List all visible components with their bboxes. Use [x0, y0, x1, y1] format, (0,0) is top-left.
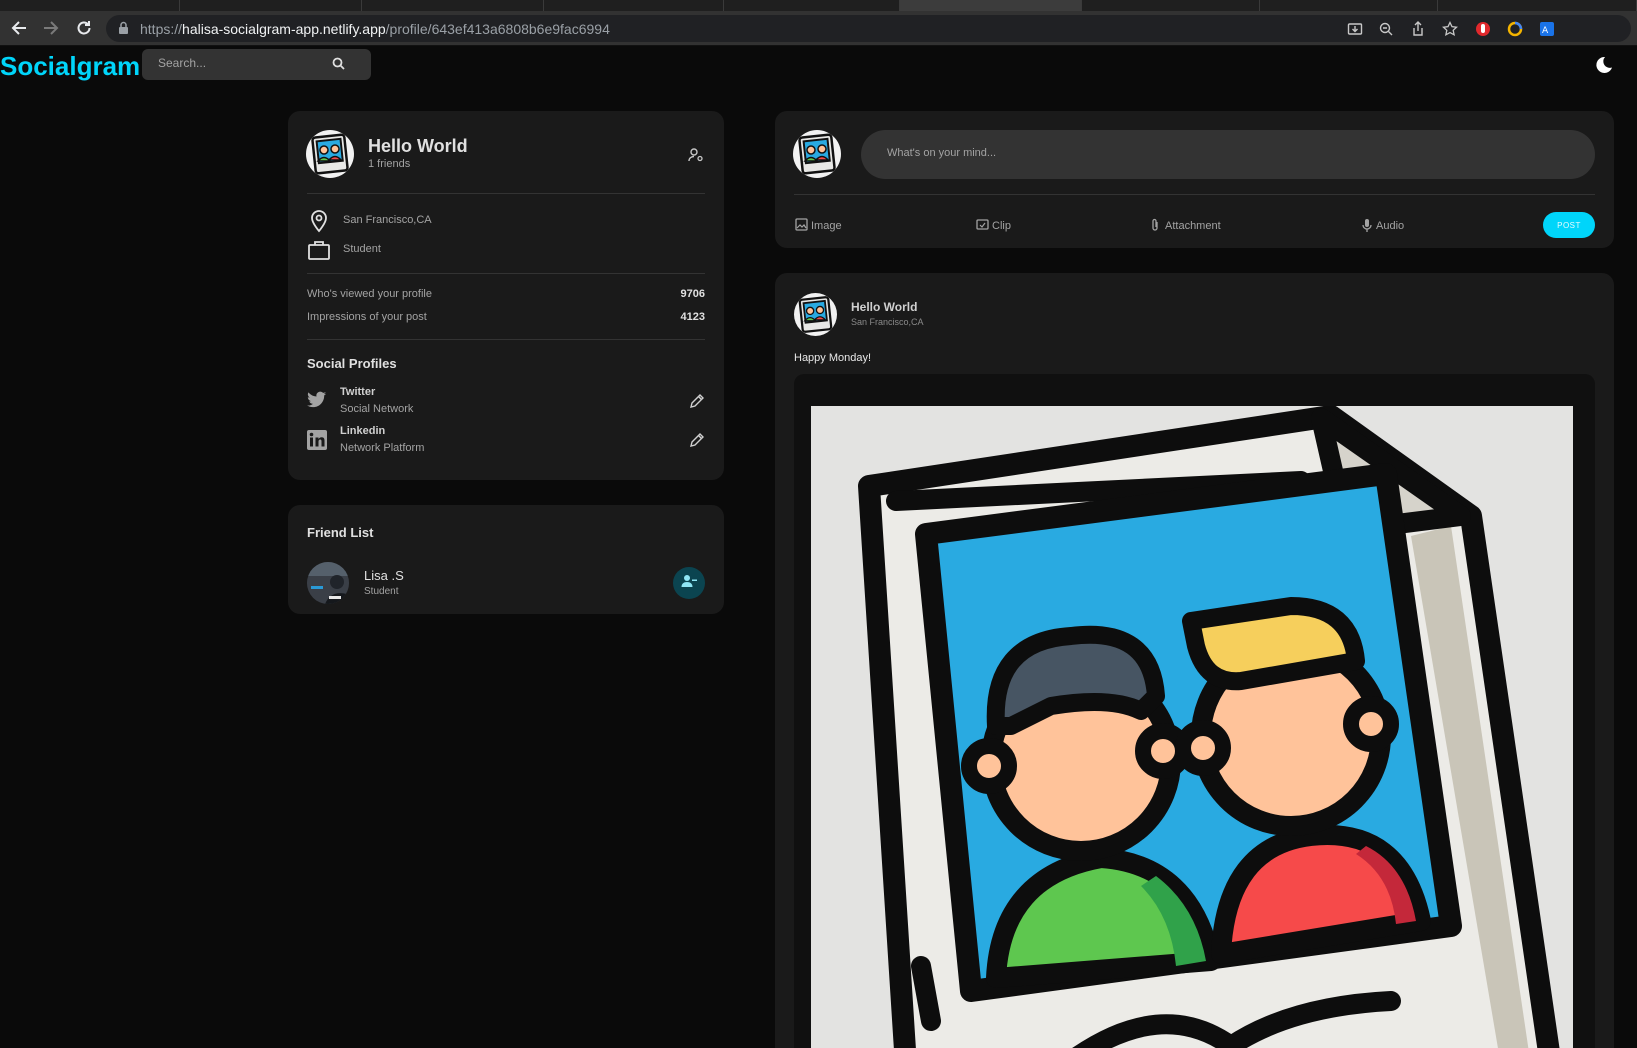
remove-friend-button[interactable] — [673, 567, 705, 599]
browser-tab[interactable] — [544, 0, 724, 11]
social-profile-linkedin: Linkedin Network Platform — [307, 425, 705, 459]
browser-tab[interactable] — [0, 0, 180, 11]
post-input-box — [861, 130, 1595, 179]
divider — [307, 193, 705, 194]
address-bar[interactable]: https://halisa-socialgram-app.netlify.ap… — [106, 15, 1631, 42]
stat-value: 4123 — [680, 311, 705, 323]
profile-avatar[interactable] — [306, 130, 354, 178]
url-path: /profile/643ef413a6808b6e9fac6994 — [385, 21, 610, 37]
location-pin-icon — [307, 209, 331, 238]
stat-label: Who's viewed your profile — [307, 288, 432, 300]
divider — [794, 194, 1595, 195]
divider — [307, 339, 705, 340]
browser-tab[interactable] — [362, 0, 544, 11]
social-description: Social Network — [340, 403, 414, 415]
dark-mode-icon[interactable] — [1594, 55, 1614, 75]
friend-avatar[interactable] — [307, 562, 349, 604]
app-header: Socialgram — [0, 46, 1637, 86]
stat-value: 9706 — [680, 288, 705, 300]
edit-pencil-icon[interactable] — [689, 393, 705, 414]
browser-tab[interactable] — [180, 0, 362, 11]
forward-icon[interactable] — [40, 17, 62, 39]
reload-icon[interactable] — [73, 17, 95, 39]
browser-toolbar: https://halisa-socialgram-app.netlify.ap… — [0, 11, 1637, 46]
occupation-row: Student — [307, 238, 705, 262]
url-text: https://halisa-socialgram-app.netlify.ap… — [140, 21, 610, 37]
share-icon[interactable] — [1409, 20, 1427, 38]
search-input[interactable] — [158, 56, 328, 70]
back-icon[interactable] — [8, 17, 30, 39]
browser-tab-active[interactable] — [900, 0, 1082, 11]
composer-avatar[interactable] — [793, 130, 841, 178]
audio-action-label: Audio — [1376, 220, 1405, 232]
friend-list-title: Friend List — [307, 525, 374, 540]
manage-account-icon[interactable] — [688, 147, 704, 168]
social-name: Twitter — [340, 386, 376, 398]
social-profiles-title: Social Profiles — [307, 356, 397, 371]
post-author-name[interactable]: Hello World — [851, 300, 917, 314]
post-image[interactable] — [794, 374, 1595, 1048]
location-text: San Francisco,CA — [343, 214, 432, 226]
social-description: Network Platform — [340, 442, 425, 454]
install-icon[interactable] — [1346, 20, 1364, 38]
edit-pencil-icon[interactable] — [689, 432, 705, 453]
linkedin-icon[interactable] — [307, 430, 327, 455]
image-action-label: Image — [811, 220, 842, 232]
profile-friends-count: 1 friends — [368, 158, 411, 170]
extension-translate-icon[interactable]: A — [1538, 20, 1556, 38]
url-scheme: https:// — [140, 21, 183, 37]
browser-tab[interactable] — [1260, 0, 1438, 11]
audio-action[interactable]: Audio — [1361, 218, 1404, 234]
brand-logo[interactable]: Socialgram — [0, 51, 140, 82]
friend-occupation: Student — [364, 586, 399, 597]
post-text: Happy Monday! — [794, 352, 872, 364]
clip-icon — [976, 218, 989, 234]
attachment-action[interactable]: Attachment — [1149, 218, 1221, 234]
bookmark-star-icon[interactable] — [1441, 20, 1459, 38]
zoom-icon[interactable] — [1377, 20, 1395, 38]
clip-action-label: Clip — [992, 220, 1011, 232]
location-row: San Francisco,CA — [307, 209, 705, 233]
social-profile-twitter: Twitter Social Network — [307, 386, 705, 420]
attachment-icon — [1149, 218, 1162, 235]
svg-text:A: A — [1542, 26, 1549, 36]
search-box — [142, 49, 371, 80]
browser-tab-strip — [0, 0, 1637, 11]
microphone-icon — [1361, 218, 1373, 235]
post-composer-card: Image Clip Attachment Audio POST — [775, 111, 1614, 248]
browser-tab[interactable] — [1082, 0, 1260, 11]
lock-icon — [118, 21, 129, 40]
friend-list-card: Friend List Lisa .S Student — [288, 505, 724, 614]
person-remove-icon — [681, 573, 697, 594]
divider — [307, 273, 705, 274]
post-input[interactable] — [887, 147, 1567, 159]
twitter-icon[interactable] — [307, 391, 327, 414]
url-host: halisa-socialgram-app.netlify.app — [182, 21, 386, 37]
post-author-location: San Francisco,CA — [851, 317, 924, 327]
post-card: Hello World San Francisco,CA Happy Monda… — [775, 273, 1614, 1048]
search-icon[interactable] — [332, 57, 345, 75]
post-author-avatar[interactable] — [794, 293, 837, 336]
profile-name[interactable]: Hello World — [368, 136, 468, 157]
friends-photo-illustration — [811, 406, 1573, 1048]
browser-tab[interactable] — [724, 0, 900, 11]
occupation-text: Student — [343, 243, 381, 255]
post-button[interactable]: POST — [1543, 212, 1595, 238]
friend-name[interactable]: Lisa .S — [364, 568, 404, 583]
image-icon — [795, 218, 808, 234]
stat-label: Impressions of your post — [307, 311, 427, 323]
extension-colorful-icon[interactable] — [1506, 20, 1524, 38]
attachment-action-label: Attachment — [1165, 220, 1221, 232]
image-action[interactable]: Image — [795, 218, 842, 234]
extension-red-icon[interactable] — [1474, 20, 1492, 38]
profile-card: Hello World 1 friends San Francisco,CA S… — [288, 111, 724, 480]
browser-tab[interactable] — [1438, 0, 1637, 11]
briefcase-icon — [307, 238, 331, 267]
clip-action[interactable]: Clip — [976, 218, 1011, 234]
social-name: Linkedin — [340, 425, 386, 437]
